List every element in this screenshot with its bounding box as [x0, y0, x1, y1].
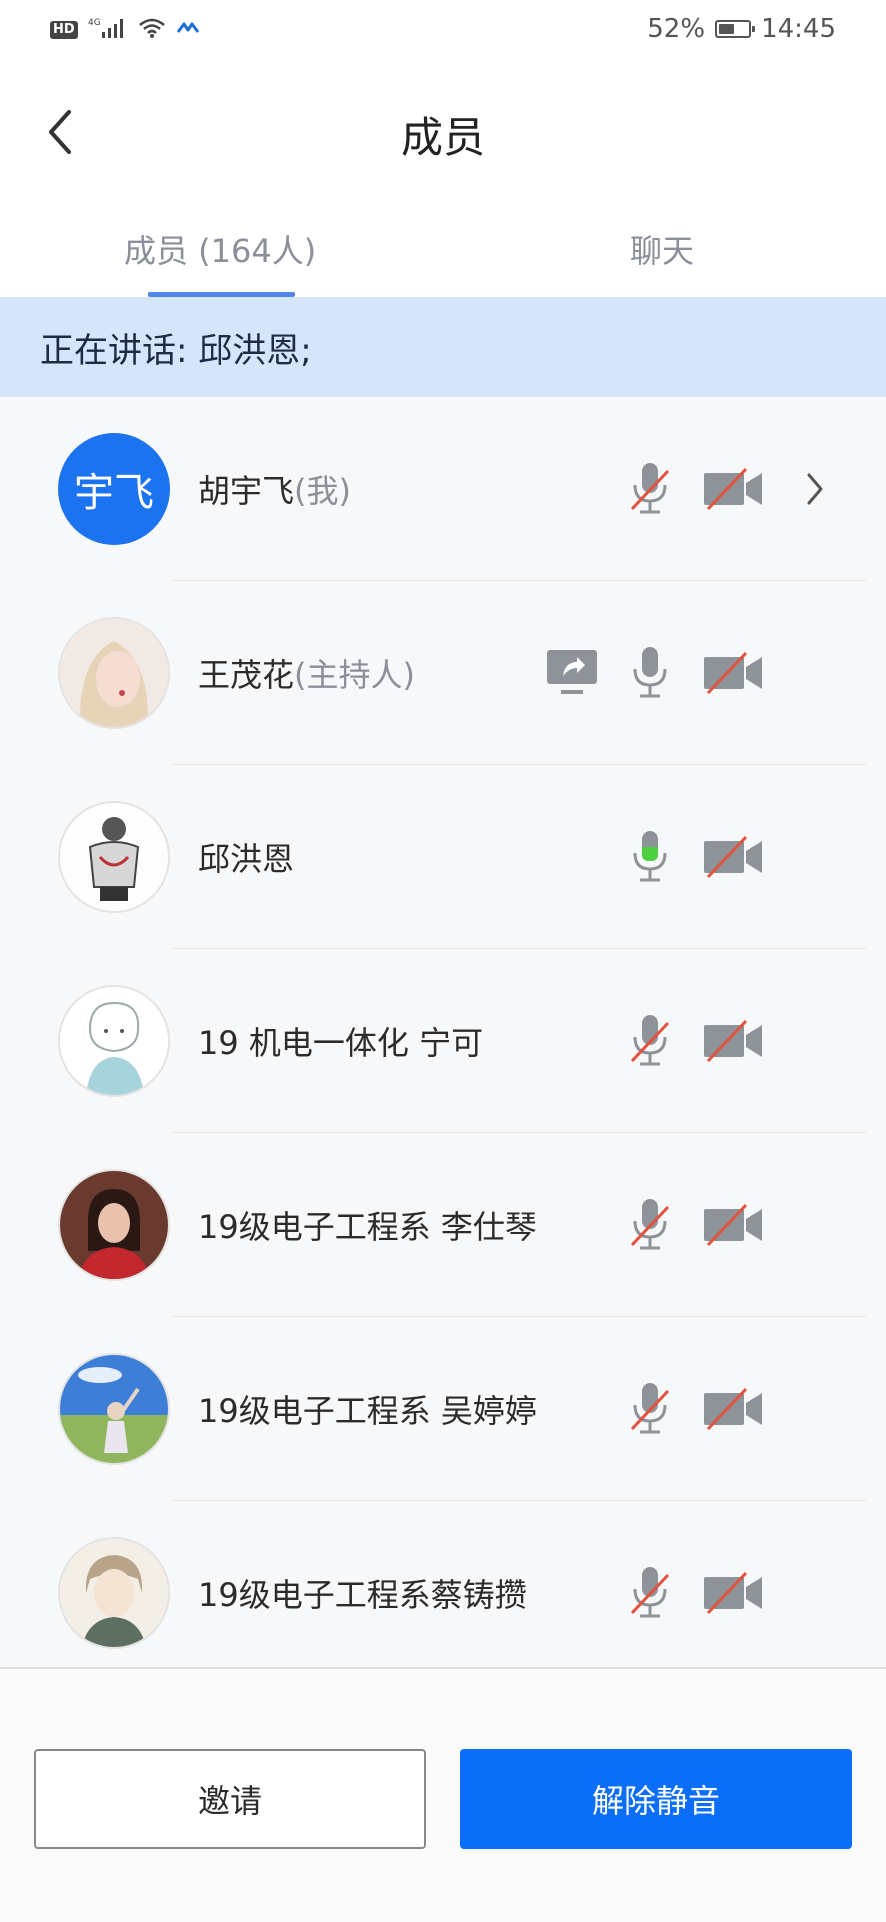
- member-row[interactable]: 19级电子工程系 吴婷婷: [0, 1317, 886, 1501]
- avatar: 宇飞: [58, 433, 170, 545]
- tab-bar: 成员 (164人) 聊天: [0, 202, 886, 298]
- hd-badge: HD: [50, 21, 78, 39]
- mic-muted-icon[interactable]: [625, 1563, 675, 1623]
- avatar: [58, 617, 170, 729]
- clock: 14:45: [761, 14, 836, 44]
- avatar: [58, 801, 170, 913]
- avatar: [58, 1537, 170, 1649]
- unmute-button[interactable]: 解除静音: [460, 1749, 852, 1849]
- member-name: 19级电子工程系 吴婷婷: [198, 1317, 537, 1501]
- wifi-icon: [138, 17, 166, 43]
- member-name-text: 19级电子工程系 李仕琴: [198, 1208, 537, 1246]
- speaking-text: 正在讲话: 邱洪恩;: [40, 330, 312, 371]
- mic-on-icon[interactable]: [625, 643, 675, 703]
- member-name-text: 王茂花: [198, 656, 295, 694]
- tab-chat[interactable]: 聊天: [630, 226, 694, 272]
- mic-muted-icon[interactable]: [625, 459, 675, 519]
- avatar: [58, 1353, 170, 1465]
- member-row[interactable]: 宇飞 胡宇飞 (我): [0, 397, 886, 581]
- member-name: 19级电子工程系 李仕琴: [198, 1133, 537, 1317]
- camera-off-icon[interactable]: [700, 643, 766, 703]
- member-name: 19级电子工程系蔡铸攒: [198, 1501, 527, 1667]
- app-notification-icon: [176, 20, 200, 40]
- camera-off-icon[interactable]: [700, 1379, 766, 1439]
- screen-share-icon: [540, 643, 604, 703]
- camera-off-icon[interactable]: [700, 459, 766, 519]
- battery-icon: [715, 20, 756, 38]
- speaking-banner: 正在讲话: 邱洪恩;: [0, 297, 886, 397]
- member-list[interactable]: 宇飞 胡宇飞 (我) 王茂花 (主持人) 邱洪恩 19 机电一体化 宁可 19级…: [0, 397, 886, 1667]
- page-title: 成员: [400, 113, 485, 162]
- member-name-text: 19级电子工程系蔡铸攒: [198, 1576, 527, 1614]
- svg-text:4G: 4G: [88, 18, 101, 28]
- member-name: 王茂花 (主持人): [198, 581, 415, 765]
- mic-muted-icon[interactable]: [625, 1011, 675, 1071]
- member-name-text: 胡宇飞: [198, 472, 295, 510]
- member-name-text: 19级电子工程系 吴婷婷: [198, 1392, 537, 1430]
- mic-speaking-icon[interactable]: [625, 827, 675, 887]
- member-name: 邱洪恩: [198, 765, 294, 949]
- member-name-text: 邱洪恩: [198, 840, 295, 878]
- avatar: [58, 1169, 170, 1281]
- camera-off-icon[interactable]: [700, 1563, 766, 1623]
- mic-muted-icon[interactable]: [625, 1195, 675, 1255]
- chevron-right-icon[interactable]: [800, 459, 830, 519]
- bottom-action-bar: 邀请 解除静音: [0, 1667, 886, 1922]
- member-name: 19 机电一体化 宁可: [198, 949, 483, 1133]
- tab-members[interactable]: 成员 (164人): [124, 226, 316, 272]
- member-row[interactable]: 邱洪恩: [0, 765, 886, 949]
- signal-icon: 4G: [88, 16, 128, 44]
- camera-off-icon[interactable]: [700, 1195, 766, 1255]
- camera-off-icon[interactable]: [700, 827, 766, 887]
- camera-off-icon[interactable]: [700, 1011, 766, 1071]
- navigation-header: 成员: [0, 62, 886, 202]
- member-row[interactable]: 19级电子工程系蔡铸攒: [0, 1501, 886, 1667]
- avatar: [58, 985, 170, 1097]
- member-row[interactable]: 王茂花 (主持人): [0, 581, 886, 765]
- member-name: 胡宇飞 (我): [198, 397, 351, 581]
- member-row[interactable]: 19 机电一体化 宁可: [0, 949, 886, 1133]
- member-role: (我): [294, 472, 351, 510]
- member-name-text: 19 机电一体化 宁可: [198, 1024, 484, 1062]
- member-role: (主持人): [294, 656, 415, 694]
- mic-muted-icon[interactable]: [625, 1379, 675, 1439]
- member-row[interactable]: 19级电子工程系 李仕琴: [0, 1133, 886, 1317]
- status-bar: HD 4G 52% 14:45: [0, 0, 886, 62]
- invite-button[interactable]: 邀请: [34, 1749, 426, 1849]
- battery-percent: 52%: [647, 14, 706, 44]
